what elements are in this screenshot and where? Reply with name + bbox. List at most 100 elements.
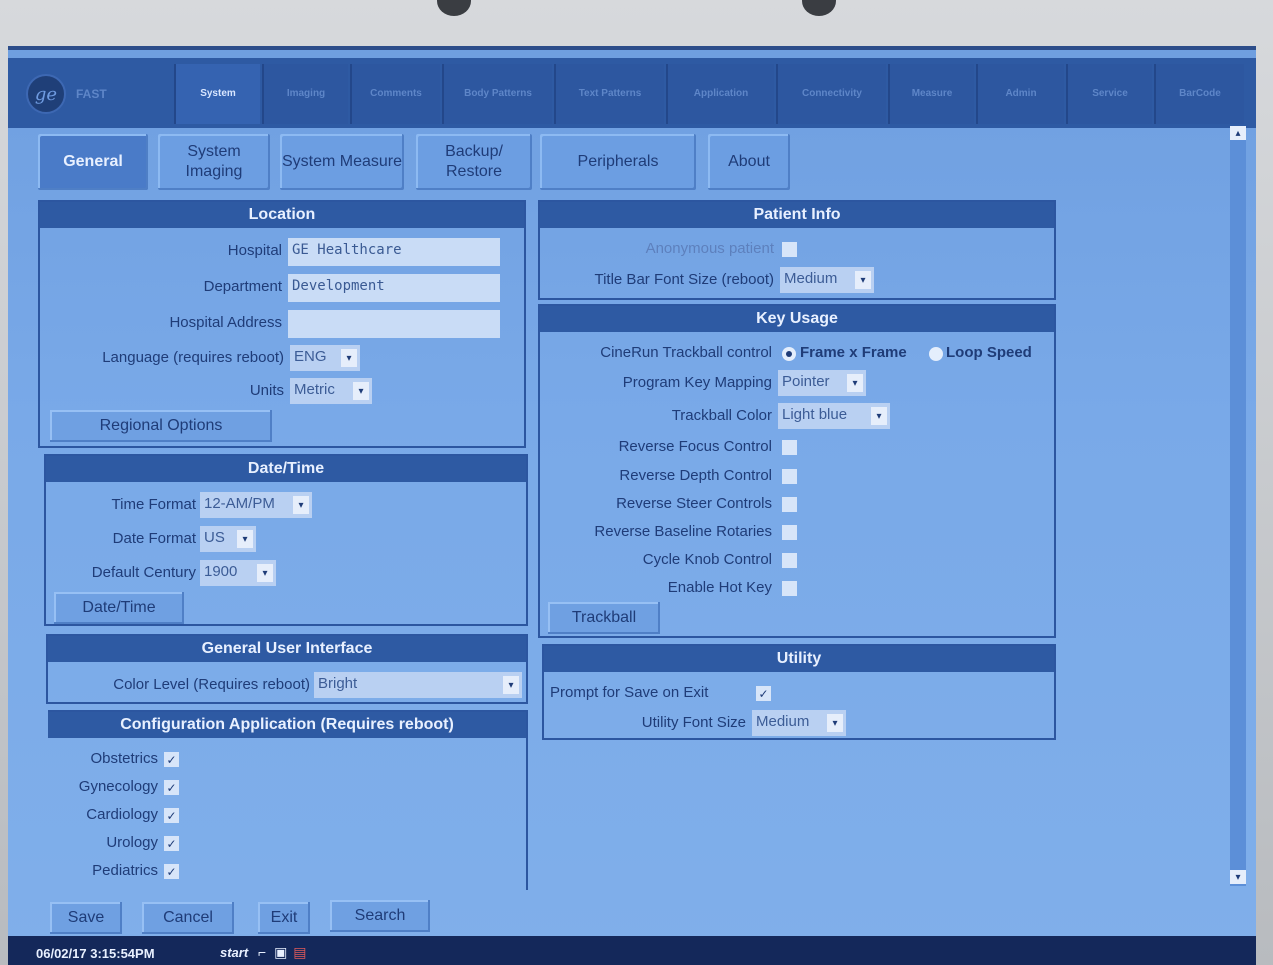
config-item-label: Gynecology bbox=[78, 778, 158, 795]
title-bar-font-select[interactable]: Medium ▾ bbox=[780, 267, 874, 293]
subtab-system-measure[interactable]: System Measure bbox=[280, 134, 404, 190]
config-item-label: Obstetrics bbox=[90, 750, 158, 767]
date-format-value: US bbox=[204, 529, 225, 546]
top-tab-body-patterns[interactable]: Body Patterns bbox=[442, 64, 552, 124]
date-format-select[interactable]: US ▾ bbox=[200, 526, 256, 552]
reverse-steer-checkbox[interactable] bbox=[782, 497, 797, 512]
loop-speed-radio[interactable] bbox=[929, 347, 943, 361]
units-select[interactable]: Metric ▾ bbox=[290, 378, 372, 404]
program-key-mapping-select[interactable]: Pointer ▾ bbox=[778, 370, 866, 396]
config-checkbox[interactable]: ✓ bbox=[164, 808, 179, 823]
config-app-panel: Configuration Application (Requires rebo… bbox=[48, 710, 528, 890]
date-format-label: Date Format bbox=[112, 530, 196, 547]
cycle-knob-label: Cycle Knob Control bbox=[642, 551, 772, 568]
chevron-down-icon: ▾ bbox=[341, 349, 357, 367]
subtab-system-imaging[interactable]: System Imaging bbox=[158, 134, 270, 190]
hospital-address-field[interactable] bbox=[288, 310, 500, 338]
save-button[interactable]: Save bbox=[50, 902, 122, 934]
subtab-backup-restore[interactable]: Backup/ Restore bbox=[416, 134, 532, 190]
monitor-knob bbox=[802, 0, 836, 16]
cycle-knob-checkbox[interactable] bbox=[782, 553, 797, 568]
program-key-mapping-label: Program Key Mapping bbox=[622, 374, 772, 391]
datetime-button[interactable]: Date/Time bbox=[54, 592, 184, 624]
chevron-down-icon: ▾ bbox=[257, 564, 273, 582]
exit-button[interactable]: Exit bbox=[258, 902, 310, 934]
regional-options-button[interactable]: Regional Options bbox=[50, 410, 272, 442]
location-panel: Location Hospital GE Healthcare Departme… bbox=[38, 200, 526, 448]
frame-x-frame-radio[interactable] bbox=[782, 347, 796, 361]
scroll-down-icon[interactable]: ▾ bbox=[1230, 870, 1246, 884]
reverse-depth-checkbox[interactable] bbox=[782, 469, 797, 484]
top-tab-measure[interactable]: Measure bbox=[888, 64, 974, 124]
top-tab-system[interactable]: System bbox=[174, 64, 260, 124]
network-icon: ⌐ bbox=[258, 944, 267, 960]
units-value: Metric bbox=[294, 381, 335, 398]
monitor-bezel: ge FAST System Imaging Comments Body Pat… bbox=[0, 0, 1273, 965]
subtab-about[interactable]: About bbox=[708, 134, 790, 190]
time-format-label: Time Format bbox=[111, 496, 196, 513]
anonymous-patient-label: Anonymous patient bbox=[645, 240, 774, 257]
title-bar-font-value: Medium bbox=[784, 270, 838, 287]
cancel-button[interactable]: Cancel bbox=[142, 902, 234, 934]
top-tab-service[interactable]: Service bbox=[1066, 64, 1152, 124]
hospital-field[interactable]: GE Healthcare bbox=[288, 238, 500, 266]
config-checkbox[interactable]: ✓ bbox=[164, 752, 179, 767]
cinerun-label: CineRun Trackball control bbox=[600, 344, 772, 361]
product-name: FAST bbox=[76, 87, 107, 101]
top-tab-barcode[interactable]: BarCode bbox=[1154, 64, 1244, 124]
config-item-label: Pediatrics bbox=[92, 862, 158, 879]
location-title: Location bbox=[40, 202, 524, 228]
reverse-baseline-checkbox[interactable] bbox=[782, 525, 797, 540]
config-checkbox[interactable]: ✓ bbox=[164, 864, 179, 879]
config-checkbox[interactable]: ✓ bbox=[164, 836, 179, 851]
tray-icons: ⌐ ▣ ▤ bbox=[258, 944, 306, 961]
reverse-baseline-label: Reverse Baseline Rotaries bbox=[594, 523, 772, 540]
trackball-color-select[interactable]: Light blue ▾ bbox=[778, 403, 890, 429]
vertical-scrollbar[interactable]: ▴ ▾ bbox=[1230, 126, 1246, 886]
chevron-down-icon: ▾ bbox=[827, 714, 843, 732]
trackball-button[interactable]: Trackball bbox=[548, 602, 660, 634]
datetime-panel: Date/Time Time Format 12-AM/PM ▾ Date For… bbox=[44, 454, 528, 626]
reverse-steer-label: Reverse Steer Controls bbox=[616, 495, 772, 512]
reverse-focus-checkbox[interactable] bbox=[782, 440, 797, 455]
taskbar: 06/02/17 3:15:54PM start ⌐ ▣ ▤ bbox=[8, 936, 1256, 965]
config-checkbox[interactable]: ✓ bbox=[164, 780, 179, 795]
ge-logo-icon: ge bbox=[26, 74, 66, 114]
taskbar-clock: 06/02/17 3:15:54PM bbox=[36, 946, 155, 961]
program-key-mapping-value: Pointer bbox=[782, 373, 830, 390]
lock-icon: ▣ bbox=[274, 944, 288, 960]
color-level-label: Color Level (Requires reboot) bbox=[113, 676, 310, 693]
time-format-select[interactable]: 12-AM/PM ▾ bbox=[200, 492, 312, 518]
anonymous-patient-checkbox[interactable] bbox=[782, 242, 797, 257]
default-century-select[interactable]: 1900 ▾ bbox=[200, 560, 276, 586]
top-tab-imaging[interactable]: Imaging bbox=[262, 64, 348, 124]
scroll-up-icon[interactable]: ▴ bbox=[1230, 126, 1246, 140]
subtab-general[interactable]: General bbox=[38, 134, 148, 190]
department-label: Department bbox=[203, 278, 282, 295]
search-button[interactable]: Search bbox=[330, 900, 430, 932]
start-button[interactable]: start bbox=[220, 945, 248, 960]
top-tab-connectivity[interactable]: Connectivity bbox=[776, 64, 886, 124]
units-label: Units bbox=[249, 382, 284, 399]
department-field[interactable]: Development bbox=[288, 274, 500, 302]
reverse-depth-label: Reverse Depth Control bbox=[619, 467, 772, 484]
language-select[interactable]: ENG ▾ bbox=[290, 345, 360, 371]
top-tab-application[interactable]: Application bbox=[666, 64, 774, 124]
chevron-down-icon: ▾ bbox=[503, 676, 519, 694]
language-value: ENG bbox=[294, 348, 327, 365]
reverse-focus-label: Reverse Focus Control bbox=[618, 438, 772, 455]
enable-hot-key-label: Enable Hot Key bbox=[667, 579, 772, 596]
enable-hot-key-checkbox[interactable] bbox=[782, 581, 797, 596]
patient-info-title: Patient Info bbox=[540, 202, 1054, 228]
top-tab-text-patterns[interactable]: Text Patterns bbox=[554, 64, 664, 124]
config-app-title: Configuration Application (Requires rebo… bbox=[48, 712, 526, 738]
default-century-label: Default Century bbox=[91, 564, 196, 581]
utility-font-select[interactable]: Medium ▾ bbox=[752, 710, 846, 736]
top-tab-admin[interactable]: Admin bbox=[976, 64, 1064, 124]
patient-info-panel: Patient Info Anonymous patient Title Bar… bbox=[538, 200, 1056, 300]
prompt-save-checkbox[interactable]: ✓ bbox=[756, 686, 771, 701]
color-level-select[interactable]: Bright ▾ bbox=[314, 672, 522, 698]
subtab-peripherals[interactable]: Peripherals bbox=[540, 134, 696, 190]
top-tab-comments[interactable]: Comments bbox=[350, 64, 440, 124]
prompt-save-label: Prompt for Save on Exit bbox=[550, 684, 709, 701]
